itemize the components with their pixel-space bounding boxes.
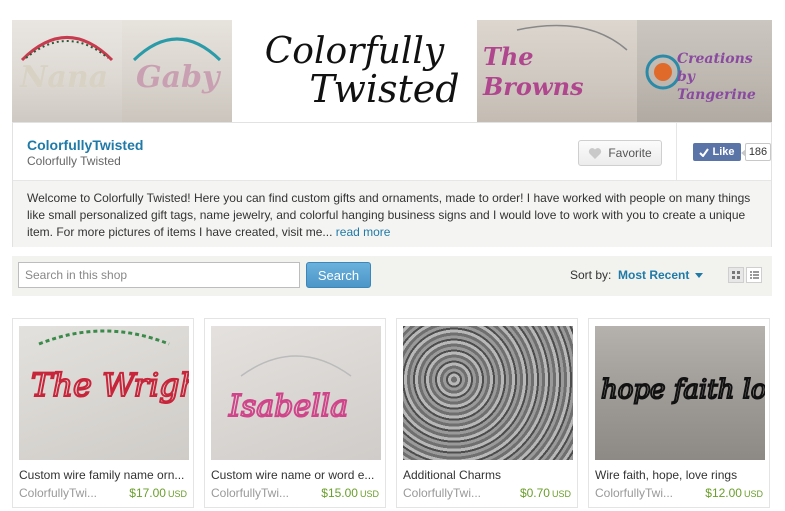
listing-shop-name[interactable]: ColorfullyTwi... [595,486,673,500]
list-view-toggle[interactable] [746,267,762,283]
listing-image[interactable]: hope faith love [595,326,765,460]
grid-icon [732,271,740,279]
shop-search-input[interactable] [18,262,300,288]
price-currency: USD [359,489,379,499]
price-amount: $17.00 [129,486,166,500]
chevron-down-icon [695,272,704,278]
listing-card[interactable]: Additional Charms ColorfullyTwi... $0.70… [396,318,578,508]
like-label: Like [712,146,735,158]
price-currency: USD [167,489,187,499]
listing-price: $12.00 USD [705,486,763,500]
list-icon [749,271,759,279]
banner-image-browns: The Browns [477,20,637,122]
price-currency: USD [551,489,571,499]
listing-image-wire-text: The Wrights [31,366,189,404]
listing-shop-name[interactable]: ColorfullyTwi... [19,486,97,500]
shop-name-link[interactable]: ColorfullyTwisted [27,137,143,153]
listing-image[interactable]: The Wrights [19,326,189,460]
search-button[interactable]: Search [306,262,371,288]
price-amount: $12.00 [705,486,742,500]
shop-welcome-message: Welcome to Colorfully Twisted! Here you … [13,181,771,247]
wire-word-browns: The Browns [483,42,584,101]
listing-image[interactable] [403,326,573,460]
price-currency: USD [743,489,763,499]
banner-image-tangerine: Creations by Tangerine [637,20,772,122]
listing-price: $17.00 USD [129,486,187,500]
sort-dropdown[interactable]: Most Recent [618,268,704,282]
grid-view-toggle[interactable] [728,267,744,283]
listing-title[interactable]: Custom wire name or word e... [211,468,381,482]
banner-image-gaby: Gaby [122,20,232,122]
shop-header-bar: ColorfullyTwisted Colorfully Twisted Fav… [13,123,771,181]
listing-card[interactable]: The Wrights Custom wire family name orn.… [12,318,194,508]
facebook-like-button[interactable]: Like [693,143,741,161]
shop-subtitle: Colorfully Twisted [27,154,121,168]
sort-by-label: Sort by: [570,268,612,282]
heart-icon [589,147,602,159]
favorite-button[interactable]: Favorite [578,140,662,166]
wire-word-gaby: Gaby [136,60,220,95]
price-amount: $0.70 [519,486,550,500]
wire-word-tangerine: Creations by Tangerine [677,51,756,103]
favorite-label: Favorite [608,146,652,160]
header-divider [676,123,677,181]
shop-search-bar: Search Sort by: Most Recent [12,256,772,296]
listing-card[interactable]: hope faith love Wire faith, hope, love r… [588,318,770,508]
listing-image-wire-text: Isabella [228,389,348,424]
listing-shop-name[interactable]: ColorfullyTwi... [403,486,481,500]
shop-info-panel: ColorfullyTwisted Colorfully Twisted Fav… [12,122,772,247]
shop-logo: Colorfully Twisted [232,20,477,122]
listing-title[interactable]: Wire faith, hope, love rings [595,468,765,482]
listing-card[interactable]: Isabella Custom wire name or word e... C… [204,318,386,508]
listing-title[interactable]: Additional Charms [403,468,573,482]
sort-value: Most Recent [618,268,690,282]
like-count: 186 [741,143,771,161]
banner-image-nana: Nana [12,20,122,122]
read-more-link[interactable]: read more [336,225,391,239]
listing-price: $0.70 USD [520,486,571,500]
price-amount: $15.00 [321,486,358,500]
logo-line-1: Colorfully [264,31,445,72]
shop-banner: Nana Gaby Colorfully Twisted The Browns … [12,20,772,122]
wire-word-nana: Nana [20,60,109,95]
checkmark-icon [699,147,710,157]
listing-image[interactable]: Isabella [211,326,381,460]
listing-price: $15.00 USD [321,486,379,500]
listing-shop-name[interactable]: ColorfullyTwi... [211,486,289,500]
logo-line-2: Twisted [309,67,460,111]
listing-image-wire-text: hope faith love [601,375,765,405]
listing-title[interactable]: Custom wire family name orn... [19,468,189,482]
